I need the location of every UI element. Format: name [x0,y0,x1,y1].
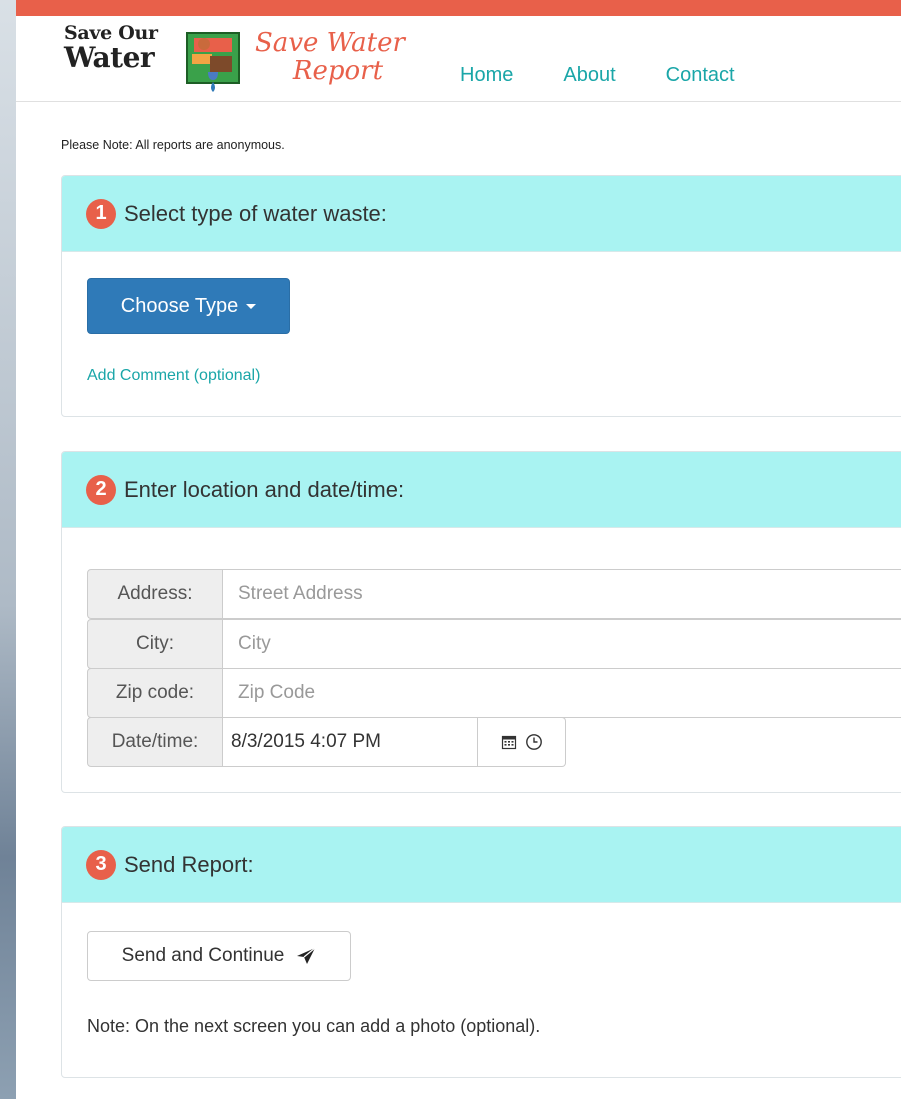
logo-script-title: Save Water Report [255,30,405,84]
choose-type-dropdown-button[interactable]: Choose Type [87,278,290,334]
nav-contact-link[interactable]: Contact [666,64,735,87]
step2-panel: 2 Enter location and date/time: Address:… [61,451,901,793]
step3-title: Send Report: [124,851,254,877]
step1-badge: 1 [86,198,116,229]
step2-title: Enter location and date/time: [124,476,405,502]
paper-plane-icon [297,947,316,964]
step3-heading: 3 Send Report: [62,827,901,903]
datetime-picker-addon[interactable] [478,717,566,767]
address-row: Address: [87,569,901,619]
caret-down-icon [246,303,257,309]
faucet-logo-icon [186,32,240,92]
city-label: City: [87,619,223,669]
step2-badge: 2 [86,474,116,505]
logo-wordmark: Save Our Water [64,24,158,72]
zip-input[interactable] [223,668,901,718]
city-row: City: [87,619,901,669]
choose-type-label: Choose Type [120,294,239,317]
address-label: Address: [87,569,223,619]
add-comment-link[interactable]: Add Comment (optional) [87,367,260,385]
brand-logo[interactable]: Save Our Water Save Water Report [64,24,444,98]
send-and-continue-button[interactable]: Send and Continue [87,931,351,981]
page: Save Our Water Save Water Report Home Ab… [16,0,901,1099]
nav-home-link[interactable]: Home [460,64,513,87]
zip-row: Zip code: [87,668,901,718]
send-and-continue-label: Send and Continue [121,945,285,966]
anonymous-notice: Please Note: All reports are anonymous. [61,138,285,152]
clock-icon[interactable] [525,733,543,751]
nav-menu: Home About Contact [460,64,785,87]
city-input[interactable] [223,619,901,669]
navbar: Save Our Water Save Water Report Home Ab… [16,16,901,102]
nav-about-link[interactable]: About [563,64,615,87]
step1-title: Select type of water waste: [124,200,387,226]
step1-heading: 1 Select type of water waste: [62,176,901,252]
accent-bar [16,0,901,16]
step3-panel: 3 Send Report: Send and Continue Note: O… [61,826,901,1078]
calendar-icon[interactable] [501,734,517,750]
step2-heading: 2 Enter location and date/time: [62,452,901,528]
zip-label: Zip code: [87,668,223,718]
address-input[interactable] [223,569,901,619]
step3-badge: 3 [86,849,116,880]
photo-note: Note: On the next screen you can add a p… [87,1016,541,1036]
step1-panel: 1 Select type of water waste: Choose Typ… [61,175,901,417]
datetime-input[interactable] [222,717,478,767]
background-edge [0,0,16,1099]
datetime-row: Date/time: [87,717,566,767]
logo-script-line2: Report [292,56,384,86]
logo-line2: Water [64,41,155,74]
datetime-label: Date/time: [87,717,223,767]
logo-script-line1: Save Water [255,28,405,58]
